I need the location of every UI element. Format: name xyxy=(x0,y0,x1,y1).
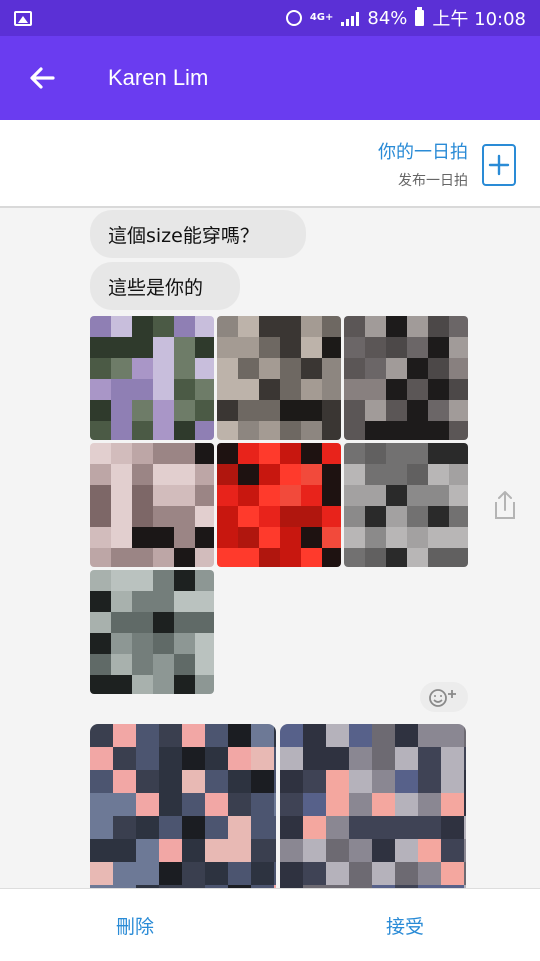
status-left xyxy=(14,10,32,26)
arrow-left-icon xyxy=(30,67,55,89)
add-emoji-icon xyxy=(429,689,456,707)
add-reaction-button[interactable] xyxy=(420,682,468,712)
plus-icon xyxy=(488,154,510,176)
delete-button[interactable]: 刪除 xyxy=(0,912,270,939)
photo-thumbnail[interactable] xyxy=(90,443,214,567)
clock: 上午 10:08 xyxy=(432,9,526,30)
message-text: 這些是你的 xyxy=(108,276,204,299)
photo-thumbnail-large[interactable] xyxy=(90,724,276,888)
photo-thumbnail[interactable] xyxy=(90,570,214,694)
photo-thumbnail[interactable] xyxy=(344,316,468,440)
message-text: 這個size能穿嗎？ xyxy=(108,224,259,247)
story-banner[interactable]: 你的一日拍 发布一日拍 xyxy=(0,120,540,208)
accept-button[interactable]: 接受 xyxy=(270,912,540,939)
network-type-label: 4G+ xyxy=(309,12,334,23)
gallery-notification-icon xyxy=(14,10,32,26)
story-text: 你的一日拍 发布一日拍 xyxy=(378,138,468,190)
status-bar: 4G+ 84% 上午 10:08 xyxy=(0,0,540,36)
story-subtitle: 发布一日拍 xyxy=(398,173,468,189)
photo-thumbnail[interactable] xyxy=(217,316,341,440)
photo-thumbnail[interactable] xyxy=(217,443,341,567)
photo-thumbnail[interactable] xyxy=(90,316,214,440)
back-button[interactable] xyxy=(0,36,84,120)
bottom-action-bar: 刪除 接受 xyxy=(0,888,540,961)
photo-thumbnail[interactable] xyxy=(344,443,468,567)
chat-thread[interactable]: 這個size能穿嗎？ 這些是你的 xyxy=(0,208,540,888)
story-title: 你的一日拍 xyxy=(378,142,468,163)
share-icon[interactable] xyxy=(488,488,522,522)
add-story-button[interactable] xyxy=(482,144,516,186)
photo-thumbnail-large[interactable] xyxy=(280,724,466,888)
message-bubble[interactable]: 這些是你的 xyxy=(90,262,240,310)
status-right: 4G+ 84% 上午 10:08 xyxy=(285,5,526,31)
battery-percent: 84% xyxy=(367,7,408,29)
app-bar: Karen Lim xyxy=(0,36,540,120)
battery-icon xyxy=(415,7,425,26)
message-bubble[interactable]: 這個size能穿嗎？ xyxy=(90,210,306,258)
alarm-icon xyxy=(285,10,302,26)
signal-icon xyxy=(341,10,360,26)
contact-name: Karen Lim xyxy=(108,65,209,90)
